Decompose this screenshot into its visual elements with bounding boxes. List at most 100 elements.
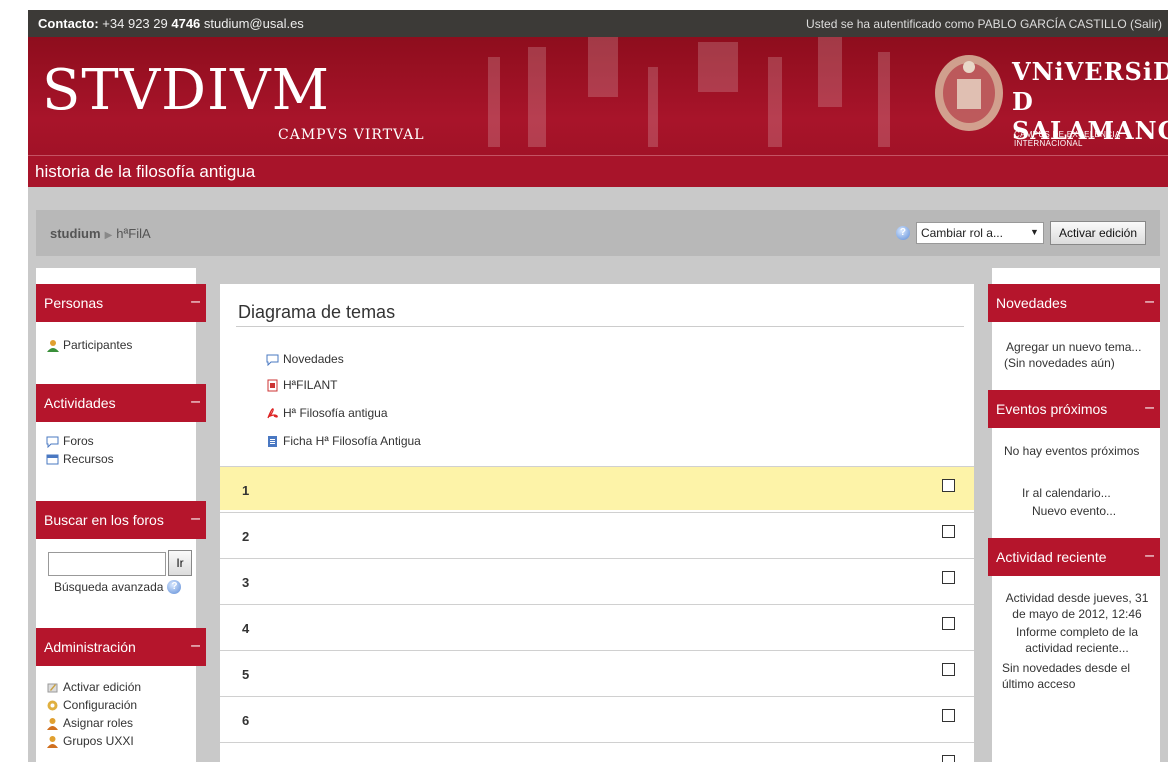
activity-since-text: Actividad desde jueves, 31 de mayo de 20…: [1005, 591, 1149, 621]
admin-activate-editing-label: Activar edición: [63, 680, 142, 694]
campus-virtual-subtitle: CAMPVS VIRTVAL: [278, 127, 425, 143]
top-bar: Contacto: +34 923 29 4746 studium@usal.e…: [28, 10, 1168, 37]
help-icon[interactable]: ?: [895, 226, 910, 240]
site-banner: STVDIVM CAMPVS VIRTVAL VNiVERSiDAD D SAL…: [28, 37, 1168, 187]
admin-assign-roles[interactable]: Asignar roles: [46, 716, 133, 730]
block-title-personas: Personas: [44, 295, 104, 311]
contact-label: Contacto:: [38, 16, 99, 31]
edit-icon: [47, 683, 58, 692]
new-event-link[interactable]: Nuevo evento...: [1032, 504, 1116, 518]
topic-number: 1: [242, 483, 250, 498]
course-title: historia de la filosofía antigua: [35, 162, 256, 181]
topic-section: 6: [220, 696, 974, 740]
admin-assign-roles-label: Asignar roles: [63, 716, 134, 730]
no-events-text: No hay eventos próximos: [1004, 444, 1140, 458]
topic-number: 5: [242, 667, 250, 682]
resources-link[interactable]: Recursos: [46, 452, 114, 466]
page-title: Diagrama de temas: [238, 302, 396, 322]
activate-editing-button[interactable]: Activar edición: [1049, 221, 1146, 245]
resource-hfilant[interactable]: HªFILANT: [266, 378, 337, 392]
block-title-admin: Administración: [44, 639, 136, 655]
topic-highlight-checkbox[interactable]: [942, 617, 955, 630]
group-icon: [47, 735, 58, 748]
logout-link[interactable]: (Salir): [1130, 17, 1162, 31]
breadcrumb-separator: ▶: [104, 229, 113, 241]
forums-label: Foros: [63, 434, 94, 448]
block-header-actividades: Actividades –: [36, 384, 206, 422]
no-recent-activity-text: Sin novedades desde el último acceso: [1002, 661, 1131, 691]
topic-highlight-checkbox[interactable]: [942, 525, 955, 538]
role-select[interactable]: Cambiar rol a... ▼: [915, 222, 1044, 244]
resource-ficha-label: Ficha Hª Filosofía Antigua: [283, 434, 421, 448]
resource-novedades-label: Novedades: [283, 352, 344, 366]
breadcrumb-home[interactable]: studium: [50, 226, 101, 241]
breadcrumb-course[interactable]: hªFilA: [116, 226, 150, 241]
topic-section: 3: [220, 558, 974, 602]
banner-decoration: [488, 37, 890, 147]
topic-highlight-checkbox[interactable]: [942, 755, 955, 762]
contact-email[interactable]: studium@usal.es: [204, 16, 304, 31]
block-title-buscar: Buscar en los foros: [44, 512, 164, 528]
university-seal-icon: [935, 55, 1003, 131]
collapse-icon[interactable]: –: [191, 293, 200, 311]
forum-icon: [46, 436, 59, 448]
topic-number: 6: [242, 713, 250, 728]
topic-section: 1: [220, 466, 974, 510]
collapse-icon[interactable]: –: [1145, 293, 1154, 311]
admin-groups-label: Grupos UXXI: [63, 734, 134, 748]
block-header-novedades: Novedades –: [988, 284, 1160, 322]
admin-activate-editing[interactable]: Activar edición: [46, 680, 141, 694]
advanced-search-link[interactable]: Búsqueda avanzada ?: [54, 580, 182, 594]
resource-ficha[interactable]: Ficha Hª Filosofía Antigua: [266, 434, 421, 448]
right-column: Novedades – Agregar un nuevo tema... (Si…: [988, 268, 1160, 762]
calendar-link[interactable]: Ir al calendario...: [1022, 486, 1111, 500]
resource-filosofia-antigua-label: Hª Filosofía antigua: [283, 406, 388, 420]
block-header-buscar: Buscar en los foros –: [36, 501, 206, 539]
university-tagline: CAMPUS DE EXCELENCIA INTERNACIONAL: [1014, 130, 1121, 148]
help-icon[interactable]: ?: [167, 580, 182, 594]
resources-icon: [46, 454, 59, 464]
resource-filosofia-antigua[interactable]: Hª Filosofía antigua: [266, 406, 388, 420]
topic-highlight-checkbox[interactable]: [942, 663, 955, 676]
topic-highlight-checkbox[interactable]: [942, 571, 955, 584]
add-news-link[interactable]: Agregar un nuevo tema...: [1006, 340, 1141, 354]
block-header-personas: Personas –: [36, 284, 206, 322]
advanced-search-label: Búsqueda avanzada: [54, 580, 164, 594]
forums-link[interactable]: Foros: [46, 434, 94, 448]
topic-section: 4: [220, 604, 974, 648]
phone-prefix: +34 923 29: [102, 16, 168, 31]
chevron-down-icon: ▼: [1030, 227, 1039, 237]
forum-search-button[interactable]: Ir: [168, 550, 192, 576]
role-select-value: Cambiar rol a...: [920, 226, 1003, 240]
left-column: Personas – Participantes Actividades – F…: [36, 268, 206, 762]
collapse-icon[interactable]: –: [191, 393, 200, 411]
block-header-actividad: Actividad reciente –: [988, 538, 1160, 576]
collapse-icon[interactable]: –: [1145, 399, 1154, 417]
block-title-novedades: Novedades: [996, 295, 1067, 311]
navbar-actions: ? Cambiar rol a... ▼ Activar edición: [895, 221, 1146, 245]
admin-settings[interactable]: Configuración: [46, 698, 137, 712]
course-content: Diagrama de temas Novedades HªFILANT Hª …: [220, 284, 974, 762]
collapse-icon[interactable]: –: [1145, 547, 1154, 565]
forum-search-input[interactable]: [48, 552, 166, 576]
block-title-actividad: Actividad reciente: [996, 549, 1107, 565]
collapse-icon[interactable]: –: [191, 637, 200, 655]
collapse-icon[interactable]: –: [191, 510, 200, 528]
admin-groups[interactable]: Grupos UXXI: [46, 734, 134, 748]
topic-highlight-checkbox[interactable]: [942, 709, 955, 722]
login-info: Usted se ha autentificado como PABLO GAR…: [806, 17, 1162, 31]
breadcrumb: studium ▶ hªFilA: [50, 226, 151, 241]
navigation-bar: studium ▶ hªFilA ? Cambiar rol a... ▼ Acti…: [36, 210, 1160, 256]
resource-novedades[interactable]: Novedades: [266, 352, 344, 366]
full-activity-report-link[interactable]: Informe completo de la actividad recient…: [1002, 624, 1152, 656]
university-name-line1: VNiVERSiDAD: [1012, 57, 1168, 86]
document-icon: [268, 435, 277, 447]
block-title-eventos: Eventos próximos: [996, 401, 1108, 417]
user-name-link[interactable]: PABLO GARCÍA CASTILLO: [977, 17, 1126, 31]
topic-highlight-checkbox[interactable]: [942, 479, 955, 492]
acrobat-icon: [267, 407, 278, 418]
topic-section: 2: [220, 512, 974, 556]
forum-icon: [266, 354, 279, 366]
studium-logo[interactable]: STVDIVM: [42, 63, 330, 119]
participants-link[interactable]: Participantes: [46, 338, 132, 352]
